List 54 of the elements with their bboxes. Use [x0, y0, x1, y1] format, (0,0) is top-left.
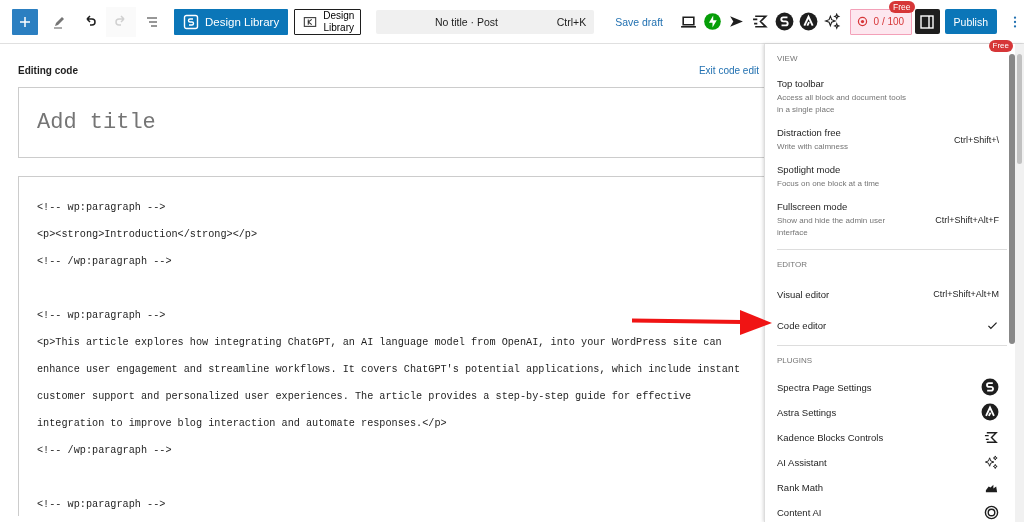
menu-item-description: Focus on one block at a time [777, 178, 880, 190]
code-line: <!-- wp:paragraph --> [37, 498, 166, 512]
menu-item[interactable]: Rank Math [777, 475, 1007, 500]
section-heading: PLUGINS [777, 355, 813, 367]
code-line: <!-- /wp:paragraph --> [37, 255, 172, 269]
menu-item[interactable]: Visual editor Ctrl+Shift+Alt+M [777, 279, 1007, 310]
code-line: <!-- /wp:paragraph --> [37, 444, 172, 458]
menu-item-label: Code editor [777, 319, 827, 331]
menu-item-label: Rank Math [777, 481, 823, 493]
menu-item-label: Content AI [777, 506, 822, 518]
menu-item-label: Spotlight mode [777, 164, 842, 175]
menu-item[interactable]: Kadence Blocks Controls [777, 425, 1007, 450]
menu-item[interactable]: Content AI [777, 500, 1007, 522]
design-library-button[interactable]: Design Library [294, 8, 362, 35]
free-badge: Free [889, 0, 915, 13]
editing-code-heading: Editing code [18, 64, 78, 76]
section-heading: EDITOR [777, 259, 808, 271]
section-heading: VIEW [777, 53, 798, 65]
title-field[interactable]: Add title [18, 87, 764, 158]
menu-item-label: AI Assistant [777, 456, 827, 468]
menu-item[interactable]: AI Assistant [777, 450, 1007, 475]
menu-item[interactable]: Spotlight mode Focus on one block at a time [777, 159, 1007, 196]
menu-item-label: Visual editor [777, 288, 830, 300]
menu-item[interactable]: Fullscreen mode Show and hide the admin user interface Ctrl+Shift+Alt+F [777, 196, 1007, 245]
shortcut-text: Ctrl+Shift+Alt+M [933, 289, 999, 299]
menu-item-label: Spectra Page Settings [777, 381, 872, 393]
code-line: <p>This article explores how integrating ChatGPT, an AI language model from OpenAI, into your WordPress site can [37, 336, 722, 350]
command-bar[interactable]: No title · Post Ctrl+K [376, 9, 595, 34]
menu-item[interactable]: Top toolbar Access all block and document tools in a single place [777, 73, 1007, 122]
menu-item-label: Top toolbar [777, 78, 825, 89]
save-draft-link[interactable]: Save draft [615, 15, 664, 28]
code-line: integration to improve blog interaction and automate responses.</p> [37, 417, 447, 431]
code-line: <p><strong>Introduction</strong></p> [37, 228, 258, 242]
code-line: <!-- wp:paragraph --> [37, 201, 166, 215]
free-badge: Free [988, 40, 1013, 52]
menu-item-label: Kadence Blocks Controls [777, 431, 884, 443]
code-line: <!-- wp:paragraph --> [37, 309, 166, 323]
menu-item-description: Write with calmness [777, 141, 848, 153]
menu-item-label: Astra Settings [777, 406, 837, 418]
menu-item-description: Show and hide the admin user interface [777, 215, 887, 239]
design-library-button[interactable]: Design Library [174, 8, 289, 35]
exit-code-editor-link[interactable]: Exit code edit [698, 64, 759, 76]
menu-item[interactable]: Astra Settings [777, 400, 1007, 425]
menu-item[interactable]: Code editor [777, 310, 1007, 341]
menu-item[interactable]: Spectra Page Settings [777, 375, 1007, 400]
code-line: customer support and personalized user experiences. The article provides a step-by-step guide for effective [37, 390, 692, 404]
menu-item-label: Fullscreen mode [777, 201, 849, 212]
publish-button[interactable]: Publish [944, 9, 998, 34]
code-line: enhance user engagement and streamline workflows. It covers ChatGPT's potential applications, which include instant [37, 363, 741, 377]
menu-item-label: Distraction free [777, 127, 842, 138]
shortcut-text: Ctrl+Shift+Alt+F [935, 215, 999, 225]
menu-item[interactable]: Distraction free Write with calmness Ctrl+Shift+\ [777, 122, 1007, 159]
menu-item-description: Access all block and document tools in a single place [777, 92, 907, 116]
shortcut-text: Ctrl+Shift+\ [953, 135, 999, 145]
